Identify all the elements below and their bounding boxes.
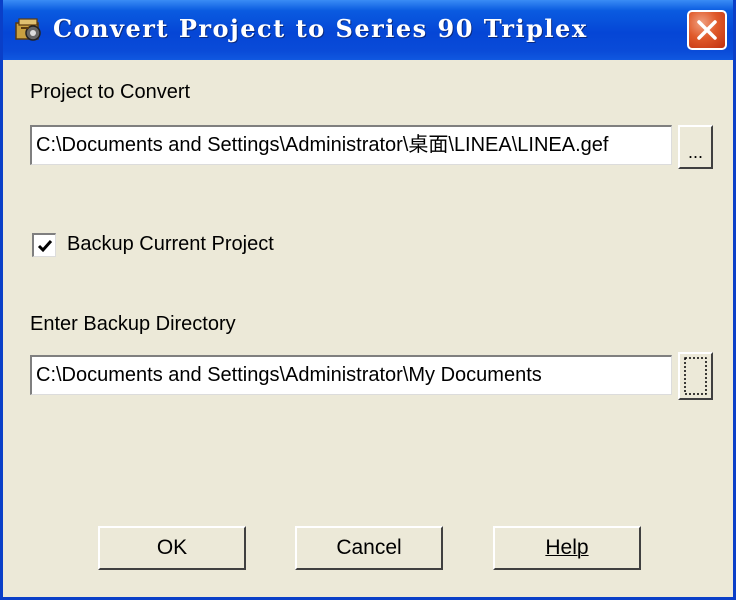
browse-button-label: ... [687, 142, 703, 162]
folder-browse-icon [684, 357, 707, 395]
cancel-button[interactable]: Cancel [295, 526, 443, 570]
project-label: Project to Convert [30, 81, 191, 103]
backup-dir-browse-button[interactable] [678, 352, 713, 400]
project-path-field[interactable]: C:\Documents and Settings\Administrator\… [30, 125, 672, 165]
close-icon [697, 20, 717, 40]
backup-checkbox-label[interactable]: Backup Current Project [67, 233, 274, 256]
ok-button[interactable]: OK [98, 526, 246, 570]
project-browse-button[interactable]: ... [678, 125, 713, 169]
backup-dir-label: Enter Backup Directory [30, 313, 236, 335]
title-bar[interactable]: Convert Project to Series 90 Triplex [3, 0, 733, 60]
dialog-window: Convert Project to Series 90 Triplex Pro… [0, 0, 736, 600]
project-app-icon [13, 13, 45, 45]
backup-dir-field[interactable]: C:\Documents and Settings\Administrator\… [30, 355, 672, 395]
close-button[interactable] [687, 10, 727, 50]
checkmark-icon [37, 240, 53, 253]
backup-checkbox[interactable] [32, 233, 56, 257]
window-title: Convert Project to Series 90 Triplex [53, 14, 588, 43]
help-button[interactable]: Help [493, 526, 641, 570]
help-button-label: Help [545, 536, 589, 559]
